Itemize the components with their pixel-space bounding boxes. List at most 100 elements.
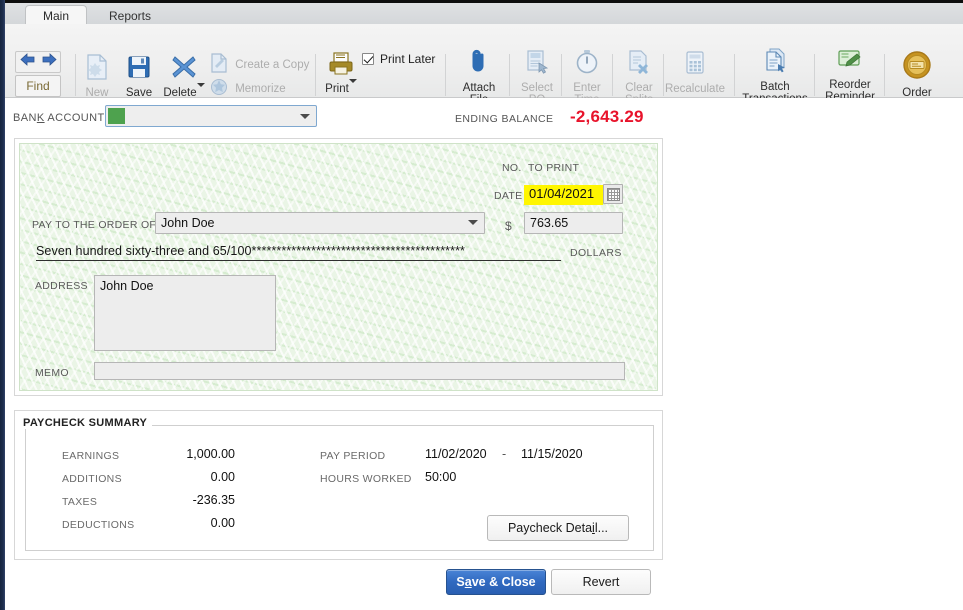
chevron-down-icon[interactable] <box>300 114 310 119</box>
earnings-value: 1,000.00 <box>186 447 235 461</box>
toolbar-batch-transactions-button[interactable]: Batch Transactions <box>738 48 812 106</box>
toolbar-separator-1 <box>75 54 76 96</box>
toolbar-separator-5 <box>561 54 562 96</box>
paperclip-icon <box>454 49 504 79</box>
address-value: John Doe <box>100 279 154 293</box>
toolbar-separator-2 <box>315 54 316 96</box>
memo-label: MEMO <box>35 367 69 379</box>
address-textarea[interactable]: John Doe <box>94 275 276 351</box>
calculator-icon <box>662 50 728 80</box>
tab-main-label: Main <box>42 9 69 23</box>
save-label-accel: a <box>464 575 472 589</box>
chevron-down-icon[interactable] <box>196 82 205 99</box>
paycheck-detail-button[interactable]: Paycheck Deta i l... <box>487 515 629 541</box>
select-po-icon <box>515 49 559 79</box>
check-date-label: DATE <box>494 190 523 202</box>
toolbar-separator-4 <box>509 54 510 96</box>
chevron-down-icon[interactable] <box>348 78 357 95</box>
tab-main[interactable]: Main <box>25 5 87 26</box>
order-checks-coin-icon <box>889 50 945 84</box>
toolbar-reorder-reminder-button[interactable]: Reorder Reminder <box>818 48 882 104</box>
hours-worked-value: 50:00 <box>425 470 457 484</box>
calendar-picker-button[interactable] <box>603 184 623 204</box>
toolbar-save-button[interactable]: Save <box>120 54 158 99</box>
find-button[interactable]: Find <box>15 75 61 97</box>
deductions-value: 0.00 <box>210 516 235 530</box>
memo-input[interactable] <box>94 362 625 380</box>
amount-input[interactable]: 763.65 <box>524 212 623 234</box>
check-no-value: TO PRINT <box>528 162 580 174</box>
toolbar-create-a-copy-label: Create a Copy <box>235 58 310 71</box>
arrow-right-icon[interactable] <box>42 53 57 71</box>
chevron-down-icon[interactable] <box>468 220 478 225</box>
checkbox-checked-icon[interactable] <box>362 53 374 65</box>
toolbar-separator-8 <box>734 54 735 96</box>
deductions-label: DEDUCTIONS <box>62 519 135 531</box>
tab-reports-label: Reports <box>108 8 152 23</box>
payee-label: PAY TO THE ORDER OF <box>32 219 157 231</box>
toolbar-recalculate-button[interactable]: Recalculate <box>662 50 728 95</box>
toolbar-print-label: Print <box>325 82 349 95</box>
copy-icon <box>210 53 228 77</box>
address-label: ADDRESS <box>35 280 88 292</box>
toolbar-delete-button[interactable]: Delete <box>162 54 206 99</box>
amount-value: 763.65 <box>530 216 569 230</box>
bank-account-selection-block <box>108 108 125 124</box>
toolbar-separator-9 <box>814 54 815 96</box>
paycheck-detail-label-pre: Paycheck Deta <box>507 521 593 535</box>
print-later-checkbox[interactable]: Print Later <box>362 52 435 66</box>
amount-in-words: Seven hundred sixty-three and 65/100****… <box>36 244 561 261</box>
clear-splits-icon <box>616 49 662 79</box>
toolbar-save-label: Save <box>125 86 153 99</box>
pay-period-label: PAY PERIOD <box>320 450 386 462</box>
toolbar-print-button[interactable]: Print <box>320 52 362 95</box>
stopwatch-icon <box>565 49 609 79</box>
new-document-icon <box>78 54 116 84</box>
dollars-label: DOLLARS <box>570 247 622 259</box>
revert-button[interactable]: Revert <box>551 569 651 595</box>
check-panel <box>14 138 663 396</box>
toolbar-delete-label: Delete <box>163 86 197 99</box>
arrow-left-icon[interactable] <box>19 53 35 71</box>
memorize-star-icon <box>210 78 228 100</box>
toolbar-separator-6 <box>612 54 613 96</box>
find-button-label: Find <box>26 79 50 93</box>
ending-balance-label: ENDING BALANCE <box>455 113 554 125</box>
toolbar-new-button[interactable]: New <box>78 54 116 99</box>
check-date-input[interactable]: 01/04/2021 <box>529 186 594 201</box>
paycheck-detail-label-post: l... <box>594 521 609 535</box>
navigation-buttons[interactable] <box>15 51 61 73</box>
check-no-label: NO. <box>502 162 522 174</box>
taxes-label: TAXES <box>62 496 98 508</box>
bank-account-label: BANK ACCOUNT <box>13 112 105 124</box>
toolbar-memorize-button[interactable]: Memorize <box>210 78 325 100</box>
x-cross-icon <box>162 54 206 84</box>
dollar-sign: $ <box>505 219 512 233</box>
revert-label: Revert <box>582 575 620 589</box>
taxes-value: -236.35 <box>192 493 235 507</box>
bank-account-dropdown[interactable] <box>105 105 317 127</box>
ending-balance-value: -2,643.29 <box>570 107 644 126</box>
earnings-label: EARNINGS <box>62 450 120 462</box>
window-top-edge <box>0 0 963 3</box>
pay-period-separator: - <box>502 447 507 461</box>
save-label-pre: S <box>456 575 465 589</box>
toolbar-new-label: New <box>85 86 109 99</box>
printer-icon <box>320 52 362 80</box>
check-face <box>19 143 658 391</box>
batch-transactions-icon <box>738 48 812 78</box>
hours-worked-label: HOURS WORKED <box>320 473 412 485</box>
save-and-close-button[interactable]: Sa ve & Close <box>446 569 546 595</box>
floppy-disk-icon <box>120 54 158 84</box>
payee-value: John Doe <box>161 216 215 230</box>
toolbar-recalculate-label: Recalculate <box>664 82 726 95</box>
tab-reports[interactable]: Reports <box>97 5 163 26</box>
toolbar-separator-10 <box>884 54 885 96</box>
payee-dropdown[interactable]: John Doe <box>155 212 485 234</box>
toolbar-create-a-copy-button[interactable]: Create a Copy <box>210 53 325 77</box>
pay-period-end: 11/15/2020 <box>521 447 583 461</box>
save-label-post: ve & Close <box>471 575 536 589</box>
tab-strip: Main Reports <box>5 3 963 26</box>
toolbar: Find New Save Delete Create a Copy Memor… <box>5 24 963 111</box>
pay-period-start: 11/02/2020 <box>425 447 487 461</box>
